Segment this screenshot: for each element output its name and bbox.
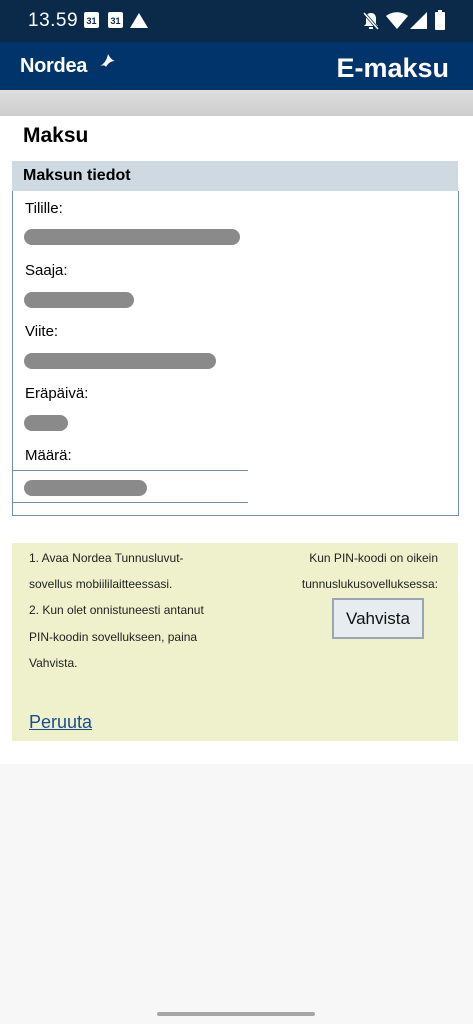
toolbar-strip [0,90,473,116]
confirm-button[interactable]: Vahvista [332,598,424,639]
instruction-line: 1. Avaa Nordea Tunnusluvut- [29,551,184,565]
cancel-link[interactable]: Peruuta [29,712,92,733]
signal-icon [410,12,427,29]
section-header: Maksun tiedot [12,161,458,192]
recipient-label: Saaja: [25,262,68,279]
pin-info-line: Kun PIN-koodi on oikein [309,551,438,565]
battery-icon [435,10,445,30]
instruction-line: 2. Kun olet onnistuneesti antanut [29,603,204,617]
calendar-icon: 31 [108,12,123,28]
due-date-value-redacted [24,415,68,431]
status-bar: 13.59 31 31 [0,0,473,42]
pin-info-line: tunnuslukusovelluksessa: [301,577,438,591]
account-value-redacted [24,229,240,245]
reference-value-redacted [24,353,216,369]
account-label: Tilille: [25,200,63,217]
amount-field-border-top [12,470,248,471]
amount-label: Määrä: [25,447,72,464]
nordea-logo-text: Nordea [20,55,88,77]
reference-label: Viite: [25,323,59,340]
home-gesture-bar[interactable] [157,1012,315,1016]
nordea-bird-logo [100,54,115,67]
calendar-icon: 31 [84,12,99,28]
app-title: E-maksu [336,53,449,83]
due-date-label: Eräpäivä: [25,385,89,402]
warning-triangle-icon [130,13,148,28]
instruction-line: sovellus mobiililaitteessasi. [29,577,173,591]
page-title: Maksu [23,124,89,147]
amount-field-border-bottom [12,502,248,503]
section-title: Maksun tiedot [23,167,131,184]
clock: 13.59 [28,10,79,31]
instruction-line: Vahvista. [29,656,78,670]
notifications-off-icon [362,12,380,30]
wifi-icon [386,12,408,29]
instruction-line: PIN-koodin sovellukseen, paina [29,630,198,644]
recipient-value-redacted [24,292,134,308]
amount-value-redacted [24,480,147,496]
